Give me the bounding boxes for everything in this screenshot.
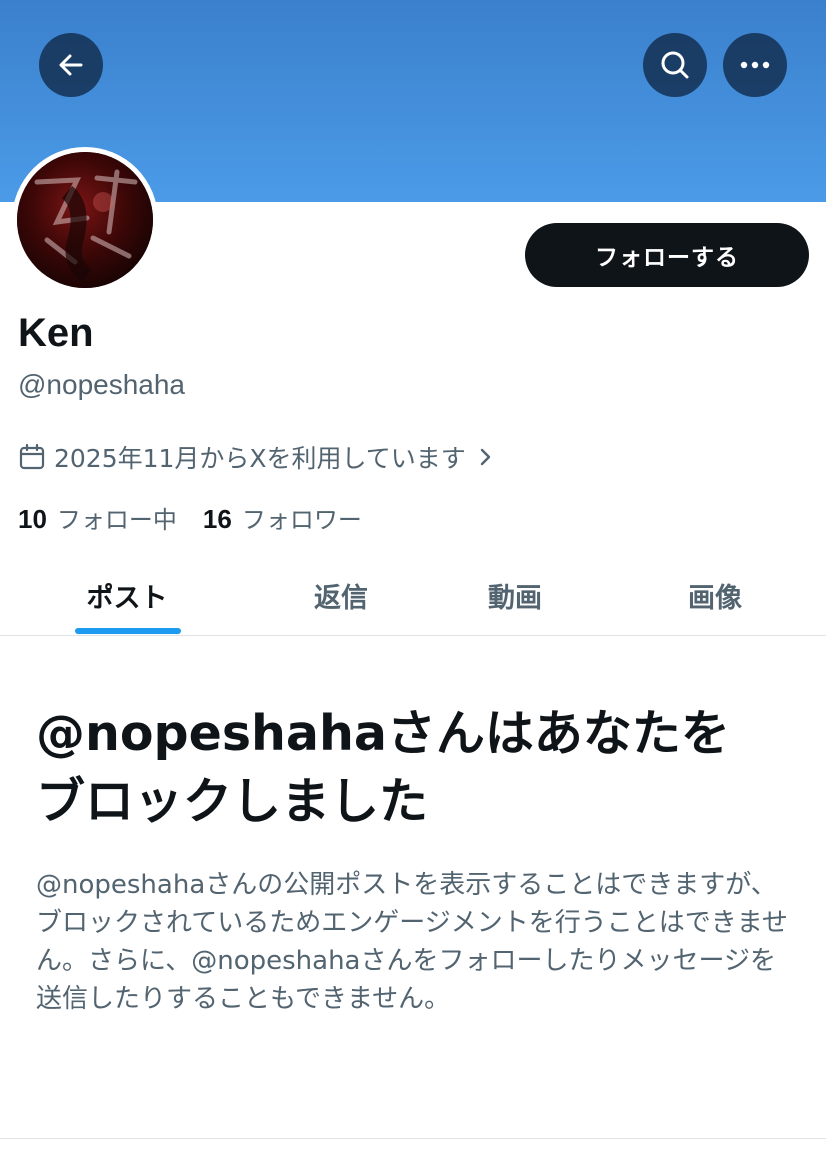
blocked-notice-body: @nopeshahaさんの公開ポストを表示することはできますが、ブロックされてい… [36,870,788,1014]
followers-count: 16 [202,503,232,534]
search-icon [661,51,689,79]
avatar[interactable] [12,147,158,293]
display-name: Ken [18,311,94,355]
divider [0,1138,826,1139]
tab-replies[interactable]: 返信 [268,556,414,635]
following-link[interactable]: 10 フォロー中 [18,500,177,535]
profile-tabs: ポスト 返信 動画 画像 [0,556,826,636]
tab-videos[interactable]: 動画 [442,556,588,635]
back-button[interactable] [39,33,103,97]
chevron-right-icon [480,448,491,466]
blocked-notice-title: @nopeshahaさんはあなたをブロックしました [36,705,730,830]
follow-stats: 10 フォロー中 16 フォロワー [18,500,362,534]
arrow-left-icon [59,54,83,76]
more-horizontal-icon [740,61,770,69]
avatar-image [17,152,153,288]
followers-link[interactable]: 16 フォロワー [203,500,362,535]
tab-posts[interactable]: ポスト [54,556,200,635]
search-button[interactable] [643,33,707,97]
joined-date-text: 2025年11月からXを利用しています [54,444,466,473]
joined-date-link[interactable]: 2025年11月からXを利用しています [18,440,496,474]
more-button[interactable] [723,33,787,97]
handle: @nopeshaha [18,369,186,400]
following-label: フォロー中 [56,505,177,534]
followers-label: フォロワー [241,505,362,534]
calendar-icon [19,443,45,470]
following-count: 10 [18,503,47,534]
follow-button[interactable]: フォローする [525,223,809,287]
tab-images[interactable]: 画像 [642,556,788,635]
active-tab-indicator [75,628,181,634]
